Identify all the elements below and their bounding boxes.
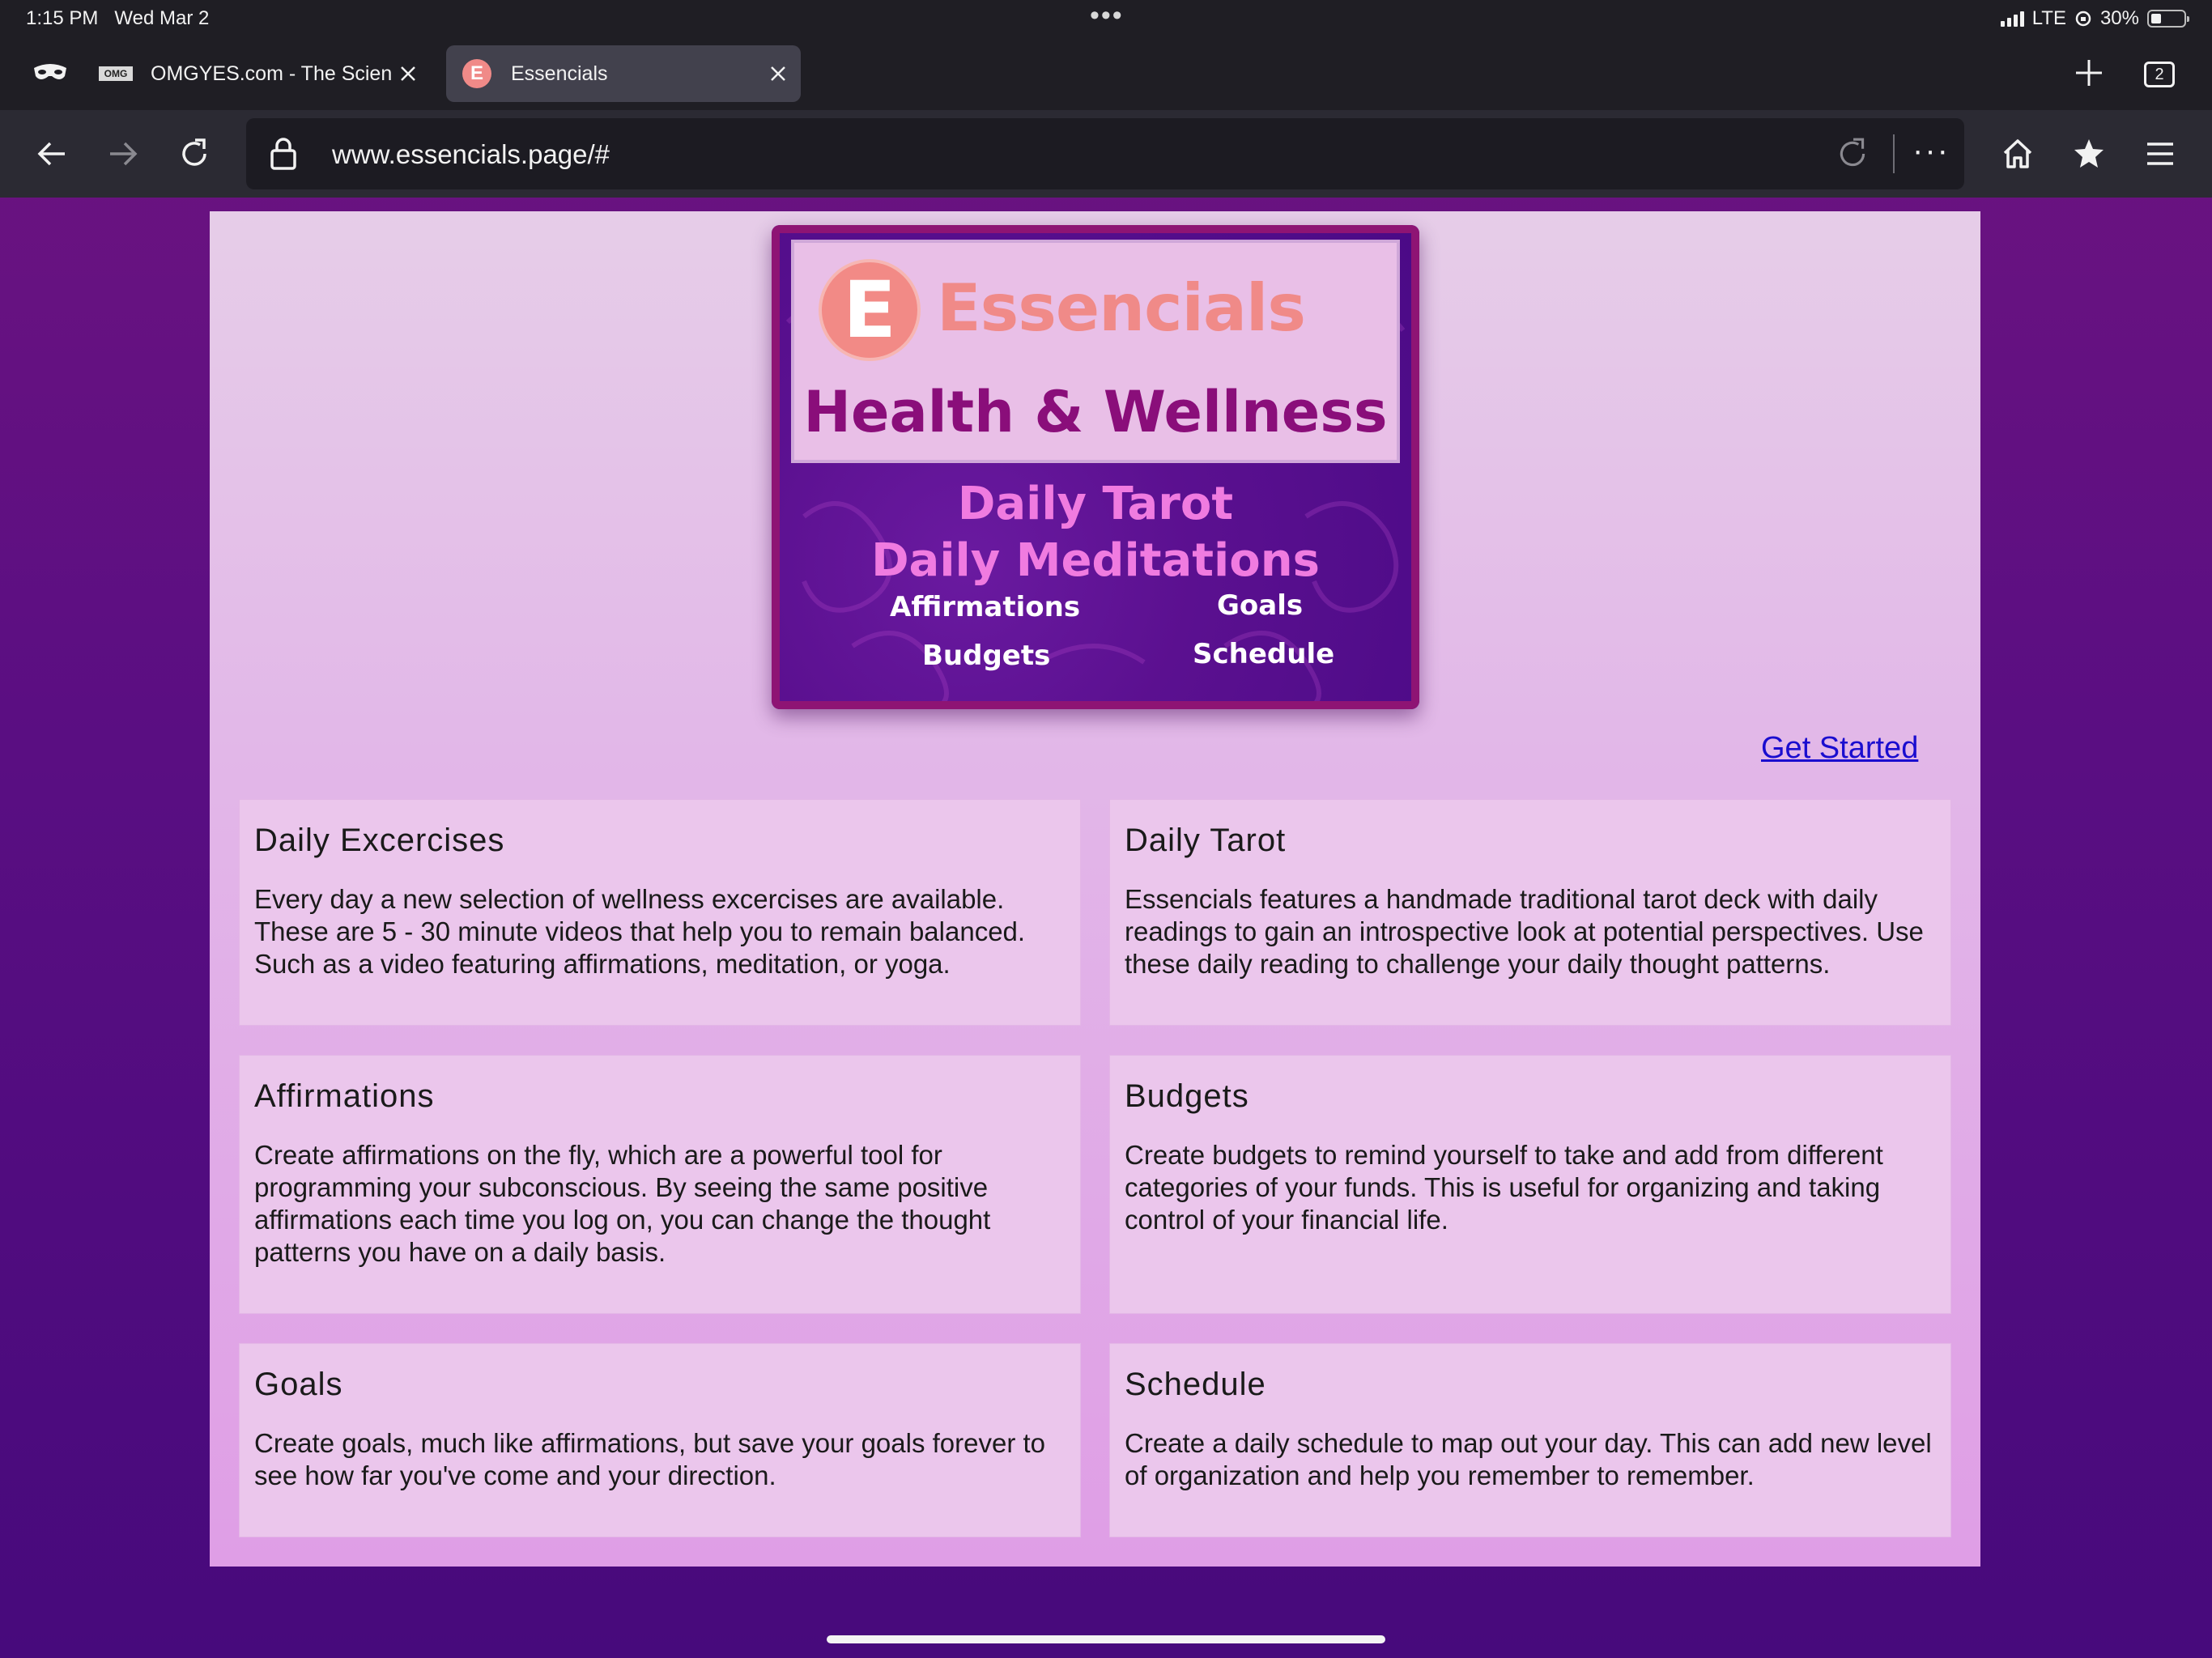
tab-count-button[interactable]: 2	[2144, 62, 2175, 87]
tab-bar: OMG OMGYES.com - The Science E Essencial…	[0, 39, 2212, 110]
menu-button[interactable]	[2138, 131, 2183, 176]
card-body: Create affirmations on the fly, which ar…	[254, 1140, 991, 1267]
url-text[interactable]: www.essencials.page/#	[332, 139, 610, 170]
banner-item-affirmations: Affirmations	[890, 591, 1081, 623]
card-body: Create goals, much like affirmations, bu…	[254, 1428, 1046, 1490]
card-title: Daily Excercises	[254, 823, 505, 858]
reload-button[interactable]	[172, 131, 217, 176]
card-title: Goals	[254, 1367, 343, 1402]
status-bar: 1:15 PM Wed Mar 2 ••• LTE 30%	[0, 0, 2212, 39]
tab-omgyes[interactable]: OMG OMGYES.com - The Science	[99, 45, 431, 102]
multitasking-dots[interactable]: •••	[1090, 0, 1124, 32]
tab-title: OMGYES.com - The Science	[151, 62, 392, 85]
feature-card-budgets: Budgets Create budgets to remind yoursel…	[1109, 1055, 1951, 1314]
card-body: Essencials features a handmade tradition…	[1125, 884, 1924, 979]
url-separator	[1893, 134, 1895, 173]
tab-essencials[interactable]: E Essencials	[446, 45, 801, 102]
navigation-bar: www.essencials.page/# ···	[0, 110, 2212, 198]
new-tab-icon[interactable]	[2073, 57, 2105, 89]
page-actions-icon[interactable]: ···	[1912, 133, 1950, 169]
status-indicators: LTE 30%	[2000, 7, 2189, 30]
card-title: Daily Tarot	[1125, 823, 1287, 858]
banner-item-budgets: Budgets	[922, 640, 1051, 672]
feature-card-affirmations: Affirmations Create affirmations on the …	[239, 1055, 1081, 1314]
hamburger-menu-icon	[2147, 142, 2173, 165]
close-tab-icon[interactable]	[762, 57, 794, 90]
home-button[interactable]	[1995, 131, 2040, 176]
star-icon	[2074, 139, 2104, 168]
card-title: Schedule	[1125, 1367, 1266, 1402]
card-body: Create budgets to remind yourself to tak…	[1125, 1140, 1883, 1235]
page-container: E Essencials Health & Wellness Daily Tar…	[210, 211, 1980, 1567]
private-mask-icon[interactable]	[32, 63, 68, 83]
tab-title: Essencials	[511, 62, 608, 85]
forward-button[interactable]	[100, 131, 146, 176]
banner-line-daily-meditations: Daily Meditations	[871, 534, 1320, 587]
home-indicator[interactable]	[827, 1635, 1385, 1643]
close-tab-icon[interactable]	[392, 57, 424, 90]
signal-icon	[2000, 11, 2024, 27]
feature-card-goals: Goals Create goals, much like affirmatio…	[239, 1343, 1081, 1537]
get-started-link[interactable]: Get Started	[1761, 731, 1918, 766]
feature-card-schedule: Schedule Create a daily schedule to map …	[1109, 1343, 1951, 1537]
feature-card-daily-tarot: Daily Tarot Essencials features a handma…	[1109, 799, 1951, 1026]
banner-item-schedule: Schedule	[1193, 638, 1335, 670]
essencials-favicon-icon: E	[462, 59, 491, 88]
status-time: 1:15 PM Wed Mar 2	[26, 7, 210, 29]
feature-card-daily-excercises: Daily Excercises Every day a new selecti…	[239, 799, 1081, 1026]
banner-top-panel: E Essencials Health & Wellness	[791, 240, 1400, 463]
address-bar[interactable]: www.essencials.page/# ···	[246, 118, 1964, 189]
reload-icon	[182, 138, 206, 166]
battery-percent: 30%	[2099, 7, 2139, 29]
omgyes-favicon-icon: OMG	[99, 66, 133, 81]
card-title: Affirmations	[254, 1078, 435, 1114]
bookmark-button[interactable]	[2066, 131, 2112, 176]
orientation-lock-icon	[2075, 11, 2091, 27]
forward-arrow-icon	[110, 142, 138, 166]
essencials-logo-icon: E	[819, 259, 921, 361]
banner-tagline: Health & Wellness	[803, 379, 1388, 445]
card-body: Every day a new selection of wellness ex…	[254, 884, 1026, 979]
hero-banner: E Essencials Health & Wellness Daily Tar…	[772, 225, 1419, 709]
logo-wordmark: Essencials	[937, 270, 1306, 346]
lock-icon[interactable]	[267, 136, 300, 172]
home-icon	[2003, 139, 2032, 168]
banner-line-daily-tarot: Daily Tarot	[957, 478, 1234, 530]
back-button[interactable]	[29, 131, 74, 176]
back-arrow-icon	[37, 142, 65, 166]
card-title: Budgets	[1125, 1078, 1249, 1114]
network-label: LTE	[2031, 7, 2066, 29]
battery-icon	[2147, 10, 2189, 28]
banner-item-goals: Goals	[1217, 589, 1304, 622]
page-reload-icon[interactable]	[1835, 136, 1870, 172]
card-body: Create a daily schedule to map out your …	[1125, 1428, 1932, 1490]
